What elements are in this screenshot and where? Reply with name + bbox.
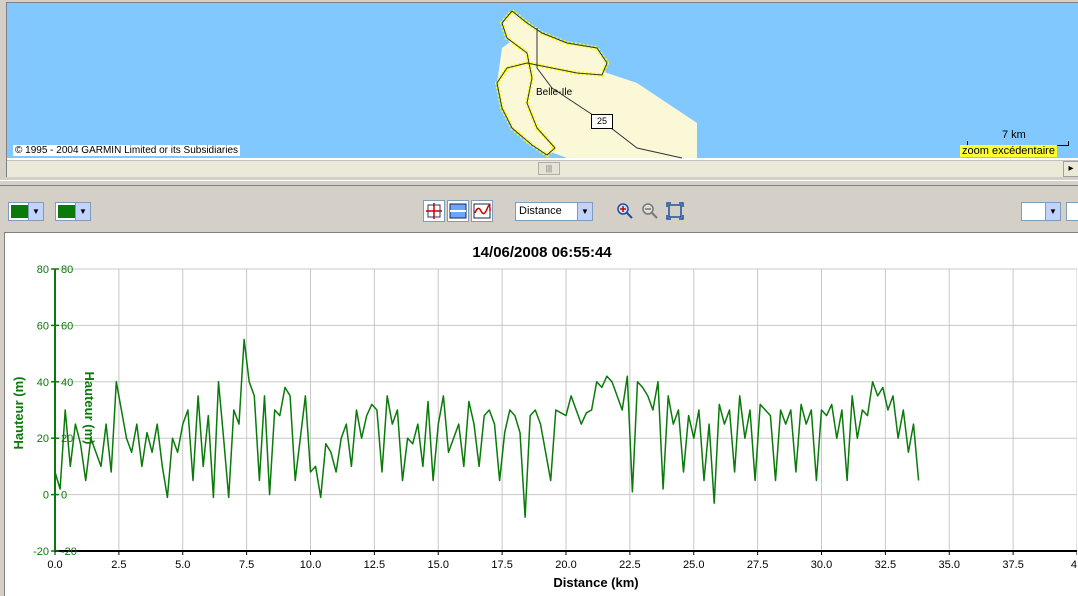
- color-swatch: [58, 205, 75, 218]
- fill-color-picker[interactable]: ▼: [55, 202, 91, 221]
- x-axis-label: Distance (km): [553, 575, 638, 590]
- map-view[interactable]: © 1995 - 2004 GARMIN Limited or its Subs…: [6, 2, 1078, 177]
- x-tick-label: 40: [1071, 559, 1077, 571]
- profile-toolbar: ▼ ▼ Distance ▼ ▼: [0, 190, 1078, 228]
- zoom-in-icon: [617, 203, 633, 219]
- partial-select[interactable]: [1066, 202, 1078, 221]
- wave-curve-icon: [473, 203, 491, 219]
- x-tick-label: 30.0: [811, 559, 832, 571]
- x-tick-label: 15.0: [428, 559, 449, 571]
- x-tick-label: 37.5: [1002, 559, 1023, 571]
- y-tick-label-secondary: 0: [61, 490, 67, 502]
- route-shield: 25: [591, 114, 613, 129]
- x-axis-select-value: Distance: [519, 205, 562, 217]
- x-tick-label: 22.5: [619, 559, 640, 571]
- chevron-down-icon[interactable]: ▼: [1045, 203, 1060, 220]
- zoom-extent-button[interactable]: [666, 202, 684, 220]
- y-axis-label-secondary: Hauteur (m): [82, 372, 97, 445]
- zoom-in-button[interactable]: [616, 202, 634, 220]
- x-tick-label: 5.0: [175, 559, 190, 571]
- y-tick-label-secondary: 60: [61, 320, 73, 332]
- y-tick-label: 40: [37, 377, 49, 389]
- curve-mode-button[interactable]: [471, 200, 493, 222]
- scroll-right-arrow-icon[interactable]: ▸: [1063, 161, 1078, 177]
- y-tick-label-secondary: 40: [61, 377, 73, 389]
- secondary-select[interactable]: ▼: [1021, 202, 1061, 221]
- elevation-series-line[interactable]: [54, 338, 920, 518]
- x-tick-label: 35.0: [939, 559, 960, 571]
- y-tick-label: 0: [43, 490, 49, 502]
- chart-canvas[interactable]: 14/06/2008 06:55:4480 8060 6040 4020 200 0-20…: [5, 233, 1077, 595]
- x-tick-label: 32.5: [875, 559, 896, 571]
- chevron-down-icon[interactable]: ▼: [577, 203, 592, 220]
- horizontal-bands-icon: [449, 203, 467, 219]
- band-mode-button[interactable]: [447, 200, 469, 222]
- y-tick-label-secondary: 80: [61, 264, 73, 276]
- x-tick-label: 27.5: [747, 559, 768, 571]
- y-axis-label: Hauteur (m): [11, 377, 26, 450]
- y-tick-label: 60: [37, 320, 49, 332]
- scrollbar-thumb[interactable]: |||: [538, 162, 560, 175]
- x-axis-select[interactable]: Distance ▼: [515, 202, 593, 221]
- zoom-out-icon: [642, 203, 658, 219]
- map-copyright: © 1995 - 2004 GARMIN Limited or its Subs…: [13, 145, 241, 156]
- crosshair-mode-button[interactable]: [423, 200, 445, 222]
- x-tick-label: 25.0: [683, 559, 704, 571]
- x-tick-label: 10.0: [300, 559, 321, 571]
- map-horizontal-scrollbar[interactable]: ||| ▸: [7, 160, 1078, 177]
- x-tick-label: 2.5: [111, 559, 126, 571]
- y-tick-label-secondary: -20: [61, 546, 77, 558]
- y-tick-label: 80: [37, 264, 49, 276]
- panel-splitter[interactable]: [0, 180, 1078, 186]
- color-swatch: [11, 205, 28, 218]
- x-tick-label: 17.5: [491, 559, 512, 571]
- chart-title: 14/06/2008 06:55:44: [472, 244, 612, 261]
- zoom-warning: zoom excédentaire: [960, 145, 1057, 157]
- elevation-profile-chart[interactable]: 14/06/2008 06:55:44 80 80 60 60 40 40 20 20 0 0 -20…: [4, 232, 1078, 596]
- y-tick-label: 20: [37, 433, 49, 445]
- line-color-picker[interactable]: ▼: [8, 202, 44, 221]
- scale-label: 7 km: [1002, 129, 1026, 141]
- x-tick-label: 7.5: [239, 559, 254, 571]
- x-tick-label: 0.0: [47, 559, 62, 571]
- x-tick-label: 20.0: [555, 559, 576, 571]
- y-tick-label: -20: [33, 546, 49, 558]
- crosshair-icon: [426, 203, 442, 219]
- x-tick-label: 12.5: [364, 559, 385, 571]
- zoom-out-button[interactable]: [641, 202, 659, 220]
- chevron-down-icon[interactable]: ▼: [75, 203, 90, 220]
- town-label: Belle-Ile: [536, 87, 573, 98]
- fit-extent-icon: [666, 202, 684, 220]
- chevron-down-icon[interactable]: ▼: [28, 203, 43, 220]
